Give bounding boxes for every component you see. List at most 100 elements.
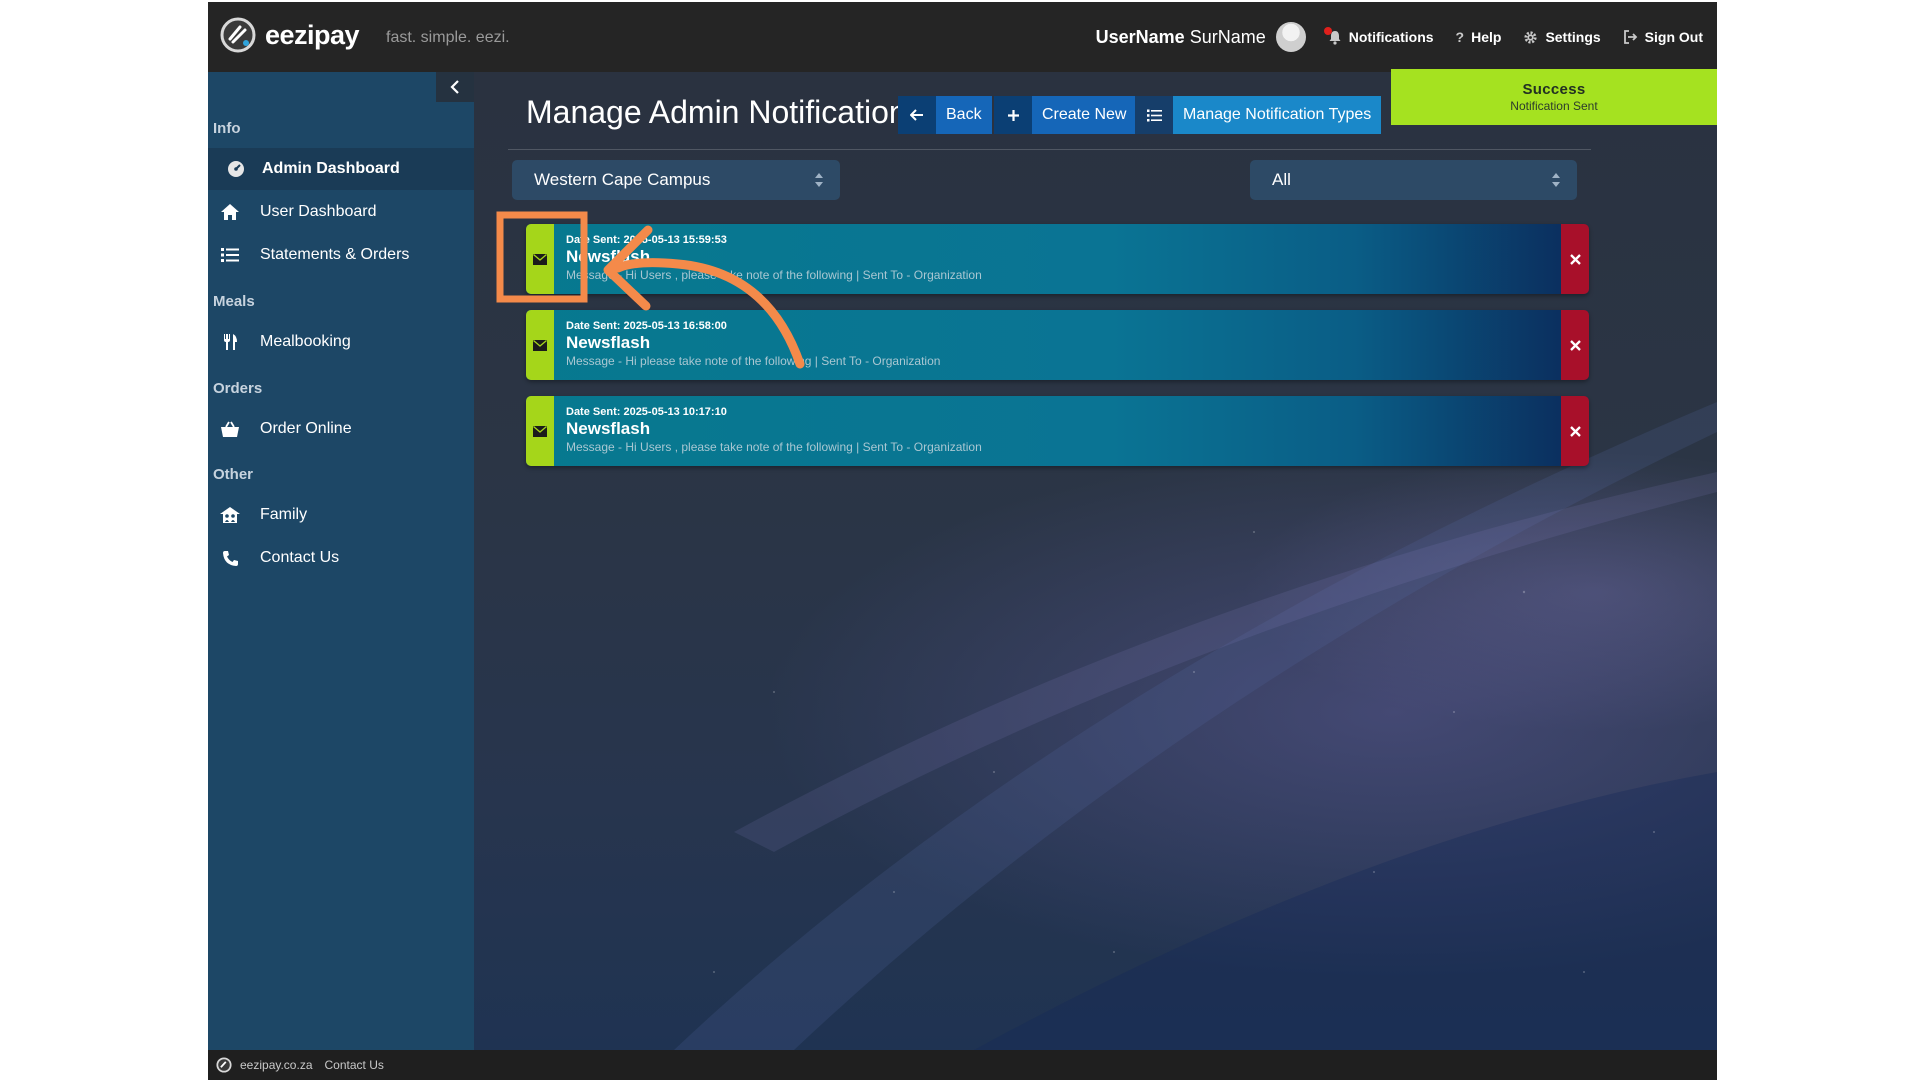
home-icon (218, 200, 242, 224)
view-notification-button[interactable] (526, 224, 554, 294)
notification-message: Message - Hi Users , please take note of… (566, 440, 982, 454)
section-other: Other (213, 466, 254, 483)
bell-icon (1323, 26, 1342, 45)
section-orders: Orders (213, 380, 263, 397)
manage-types-label: Manage Notification Types (1173, 96, 1382, 134)
success-toast[interactable]: Success Notification Sent (1391, 69, 1717, 125)
app-window: eezipay fast. simple. eezi. UserName Sur… (208, 2, 1717, 1080)
section-info: Info (213, 120, 241, 137)
sidebar-item-statements-orders[interactable]: Statements & Orders (208, 234, 474, 276)
top-header: eezipay fast. simple. eezi. UserName Sur… (208, 2, 1717, 72)
notification-card[interactable]: Date Sent: 2025-05-13 10:17:10 Newsflash… (526, 396, 1589, 466)
notification-date: Date Sent: 2025-05-13 16:58:00 (566, 320, 727, 332)
sidebar-item-mealbooking[interactable]: Mealbooking (208, 321, 474, 363)
sidebar-item-admin-dashboard[interactable]: Admin Dashboard (208, 148, 474, 190)
view-notification-button[interactable] (526, 396, 554, 466)
notification-title: Newsflash (566, 419, 651, 438)
manage-notification-types-button[interactable]: Manage Notification Types (1135, 96, 1382, 134)
sidebar-item-family[interactable]: Family (208, 494, 474, 536)
campus-select-value: Western Cape Campus (534, 170, 711, 189)
sidebar-item-label: Admin Dashboard (262, 160, 400, 177)
section-meals: Meals (213, 293, 255, 310)
sidebar: Info Admin Dashboard User Dashboard Stat… (208, 72, 474, 1050)
header-right: UserName SurName Notifications ? Help Se… (1096, 2, 1703, 72)
create-new-button[interactable]: Create New (994, 96, 1137, 134)
notification-dot (1323, 26, 1332, 35)
divider (508, 149, 1591, 150)
type-filter-select[interactable]: All (1250, 160, 1577, 200)
view-notification-button[interactable] (526, 310, 554, 380)
sidebar-collapse-button[interactable] (436, 72, 474, 102)
notification-card[interactable]: Date Sent: 2025-05-13 16:58:00 Newsflash… (526, 310, 1589, 380)
sidebar-item-contact-us[interactable]: Contact Us (208, 537, 474, 579)
close-icon (1569, 339, 1581, 351)
sign-out-label: Sign Out (1644, 29, 1703, 45)
footer-contact-link[interactable]: Contact Us (325, 1058, 384, 1072)
notifications-label: Notifications (1348, 29, 1434, 45)
toast-message: Notification Sent (1510, 99, 1598, 113)
sidebar-item-label: Order Online (260, 420, 352, 437)
eezipay-logo-icon (216, 1057, 232, 1073)
notification-message: Message - Hi Users , please take note of… (566, 268, 982, 282)
eezipay-logo-icon[interactable] (220, 17, 256, 53)
arrow-left-icon (898, 96, 936, 134)
notification-title: Newsflash (566, 247, 651, 266)
close-icon (1569, 425, 1581, 437)
user-last-name: SurName (1189, 26, 1266, 47)
main-content: Manage Admin Notifications Back Create N… (474, 72, 1717, 1050)
utensils-icon (218, 330, 242, 354)
avatar[interactable] (1275, 22, 1306, 52)
sidebar-item-order-online[interactable]: Order Online (208, 408, 474, 450)
sidebar-item-user-dashboard[interactable]: User Dashboard (208, 191, 474, 233)
settings-link[interactable]: Settings (1523, 29, 1601, 45)
user-name[interactable]: UserName SurName (1096, 27, 1266, 48)
envelope-icon (533, 339, 547, 351)
back-label: Back (936, 96, 992, 134)
family-icon (218, 503, 242, 527)
create-new-label: Create New (1032, 96, 1137, 134)
sign-out-link[interactable]: Sign Out (1623, 29, 1703, 45)
sign-out-icon (1623, 30, 1637, 44)
brand-tagline: fast. simple. eezi. (386, 29, 510, 46)
toast-title: Success (1522, 81, 1586, 98)
select-arrows-icon (1552, 173, 1560, 187)
help-icon: ? (1455, 29, 1465, 45)
campus-select[interactable]: Western Cape Campus (512, 160, 840, 200)
sidebar-item-label: Contact Us (260, 549, 340, 566)
delete-notification-button[interactable] (1561, 396, 1589, 466)
settings-label: Settings (1545, 29, 1601, 45)
background-swoosh (674, 402, 1717, 1050)
notification-card[interactable]: Date Sent: 2025-05-13 15:59:53 Newsflash… (526, 224, 1589, 294)
page-title: Manage Admin Notifications (526, 94, 923, 130)
brand-name[interactable]: eezipay (265, 20, 360, 51)
delete-notification-button[interactable] (1561, 224, 1589, 294)
sidebar-item-label: User Dashboard (260, 203, 377, 220)
user-first-name: UserName (1095, 26, 1185, 47)
basket-icon (218, 417, 242, 441)
envelope-icon (533, 253, 547, 265)
sidebar-item-label: Statements & Orders (260, 246, 410, 263)
envelope-icon (533, 425, 547, 437)
notification-title: Newsflash (566, 333, 651, 352)
sidebar-item-label: Mealbooking (260, 333, 351, 350)
list-icon (1135, 96, 1173, 134)
chevron-left-icon (450, 80, 459, 94)
footer: eezipay.co.za Contact Us (208, 1050, 1717, 1080)
dashboard-icon (224, 157, 248, 181)
plus-icon (994, 96, 1032, 134)
phone-icon (218, 546, 242, 570)
sidebar-item-label: Family (260, 506, 308, 523)
notification-date: Date Sent: 2025-05-13 15:59:53 (566, 234, 727, 246)
delete-notification-button[interactable] (1561, 310, 1589, 380)
footer-site-link[interactable]: eezipay.co.za (240, 1058, 313, 1072)
back-button[interactable]: Back (898, 96, 992, 134)
gear-icon (1524, 30, 1538, 44)
notifications-link[interactable]: Notifications (1323, 26, 1434, 45)
help-label: Help (1471, 29, 1502, 45)
close-icon (1569, 253, 1581, 265)
list-icon (218, 243, 242, 267)
notification-date: Date Sent: 2025-05-13 10:17:10 (566, 406, 727, 418)
help-link[interactable]: ? Help (1456, 29, 1502, 45)
select-arrows-icon (815, 173, 823, 187)
notification-message: Message - Hi please take note of the fol… (566, 354, 941, 368)
